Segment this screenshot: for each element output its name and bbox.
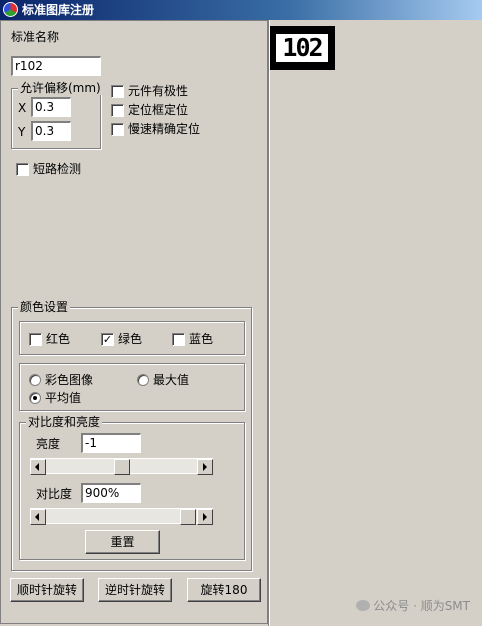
contrast-left-arrow-icon[interactable] xyxy=(30,509,46,525)
contrast-input[interactable]: 900% xyxy=(80,482,142,504)
title-bar: 标准图库注册 xyxy=(0,0,482,20)
contrast-brightness-group: 对比度和亮度 亮度 -1 对比度 900% 重置 xyxy=(19,415,245,560)
rotate-counterclockwise-button[interactable]: 逆时针旋转 xyxy=(98,578,172,602)
brightness-slider-thumb[interactable] xyxy=(114,459,130,475)
max-value-label: 最大值 xyxy=(153,373,190,387)
contrast-slider-thumb[interactable] xyxy=(180,509,196,525)
short-circuit-label: 短路检测 xyxy=(33,162,82,176)
short-circuit-checkbox[interactable] xyxy=(16,163,29,176)
polarity-checkbox[interactable] xyxy=(111,85,124,98)
color-image-label: 彩色图像 xyxy=(45,373,94,387)
offset-caption: 允许偏移(mm) xyxy=(18,81,103,95)
average-label: 平均值 xyxy=(45,391,82,405)
offset-x-input[interactable]: 0.3 xyxy=(30,96,72,118)
red-checkbox[interactable] xyxy=(29,333,42,346)
contrast-brightness-caption: 对比度和亮度 xyxy=(26,415,103,429)
contrast-slider[interactable] xyxy=(30,508,213,525)
color-image-radio[interactable] xyxy=(29,374,41,386)
rotate-clockwise-button[interactable]: 顺时针旋转 xyxy=(10,578,84,602)
offset-group: 允许偏移(mm) X 0.3 Y 0.3 xyxy=(11,81,103,149)
standard-name-label: 标准名称 xyxy=(11,30,60,44)
brightness-slider[interactable] xyxy=(30,458,213,475)
watermark: 公众号 · 顺为SMT xyxy=(356,597,470,614)
rotate-180-button[interactable]: 旋转180 xyxy=(187,578,261,602)
red-label: 红色 xyxy=(46,332,71,346)
green-label: 绿色 xyxy=(118,332,143,346)
window-title: 标准图库注册 xyxy=(22,3,95,17)
standard-name-input[interactable]: r102 xyxy=(10,55,102,77)
image-preview-area: 102 公众号 · 顺为SMT xyxy=(270,20,482,626)
offset-y-label: Y xyxy=(18,125,26,139)
polarity-label: 元件有极性 xyxy=(128,84,189,98)
offset-y-input[interactable]: 0.3 xyxy=(30,120,72,142)
max-value-radio[interactable] xyxy=(137,374,149,386)
contrast-label: 对比度 xyxy=(36,487,73,501)
brightness-right-arrow-icon[interactable] xyxy=(197,459,213,475)
component-image: 102 xyxy=(270,26,335,70)
slow-precise-checkbox[interactable] xyxy=(111,123,124,136)
app-icon xyxy=(3,2,18,17)
component-marking: 102 xyxy=(276,34,328,62)
brightness-input[interactable]: -1 xyxy=(80,432,142,454)
blue-checkbox[interactable] xyxy=(172,333,185,346)
brightness-left-arrow-icon[interactable] xyxy=(30,459,46,475)
watermark-text: 公众号 · 顺为SMT xyxy=(373,599,470,613)
channel-group: 红色 ✓ 绿色 蓝色 xyxy=(19,321,245,355)
slow-precise-label: 慢速精确定位 xyxy=(128,122,201,136)
brightness-label: 亮度 xyxy=(36,437,61,451)
reset-button[interactable]: 重置 xyxy=(85,530,160,554)
color-settings-group: 颜色设置 红色 ✓ 绿色 蓝色 彩色图像 最大值 平均值 对比度和亮度 亮度 -… xyxy=(11,300,252,571)
contrast-right-arrow-icon[interactable] xyxy=(197,509,213,525)
wechat-icon xyxy=(356,600,371,611)
frame-locate-label: 定位框定位 xyxy=(128,103,189,117)
green-checkbox[interactable]: ✓ xyxy=(101,333,114,346)
average-radio[interactable] xyxy=(29,392,41,404)
color-settings-caption: 颜色设置 xyxy=(18,300,71,314)
settings-panel: 标准名称 r102 允许偏移(mm) X 0.3 Y 0.3 元件有极性 定位框… xyxy=(0,20,268,624)
offset-x-label: X xyxy=(18,101,27,115)
mode-group: 彩色图像 最大值 平均值 xyxy=(19,363,245,411)
frame-locate-checkbox[interactable] xyxy=(111,104,124,117)
blue-label: 蓝色 xyxy=(189,332,214,346)
